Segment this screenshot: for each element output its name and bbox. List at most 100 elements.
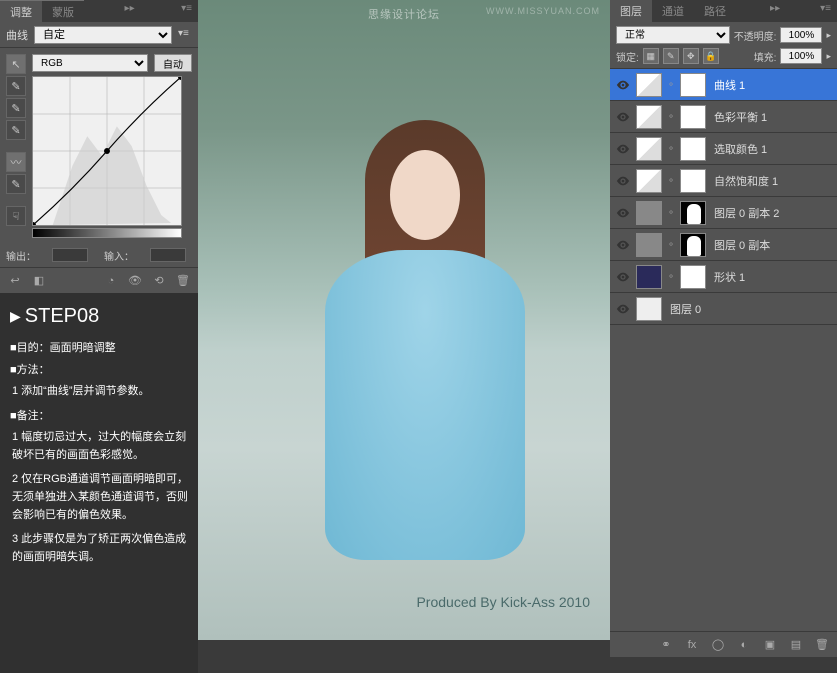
layers-footer: ⚭ fx ◯ ◐ ▣ ▤ 🗑 <box>610 631 837 657</box>
layer-visibility-icon[interactable] <box>614 236 632 254</box>
layer-link-icon[interactable]: ⚬ <box>666 143 676 154</box>
link-layers-icon[interactable]: ⚭ <box>655 635 677 655</box>
visibility-icon[interactable]: 👁 <box>124 271 146 291</box>
layer-name-label[interactable]: 曲线 1 <box>710 77 833 93</box>
layer-row[interactable]: ⚬ 图层 0 副本 <box>610 229 837 261</box>
layer-visibility-icon[interactable] <box>614 204 632 222</box>
new-adjustment-icon[interactable]: ◐ <box>733 635 755 655</box>
layer-thumb[interactable] <box>636 297 662 321</box>
layer-name-label[interactable]: 色彩平衡 1 <box>710 109 833 125</box>
curves-channel-dropdown[interactable]: RGB <box>32 54 148 72</box>
layer-thumb[interactable] <box>636 137 662 161</box>
reset-icon[interactable]: ⟲ <box>148 271 170 291</box>
trash-icon[interactable]: 🗑 <box>172 271 194 291</box>
curves-input-input[interactable] <box>150 248 186 262</box>
tab-layers[interactable]: 图层 <box>610 0 652 22</box>
curves-output-input[interactable] <box>52 248 88 262</box>
layer-row[interactable]: ⚬ 曲线 1 <box>610 69 837 101</box>
blend-mode-dropdown[interactable]: 正常 <box>616 26 730 44</box>
layers-menu-icon[interactable]: ▾≡ <box>814 0 837 22</box>
panel-menu-icon[interactable]: ▾≡ <box>175 0 198 22</box>
add-mask-icon[interactable]: ◯ <box>707 635 729 655</box>
layer-mask-thumb[interactable] <box>680 137 706 161</box>
layer-link-icon[interactable]: ⚬ <box>666 79 676 90</box>
layer-name-label[interactable]: 选取颜色 1 <box>710 141 833 157</box>
curves-target-tool[interactable]: ☟ <box>6 206 26 226</box>
delete-layer-icon[interactable]: 🗑 <box>811 635 833 655</box>
tab-masks[interactable]: 蒙版 <box>42 0 84 22</box>
curves-smooth-tool[interactable]: 〰 <box>6 152 26 172</box>
curves-main: RGB 自动 <box>32 54 192 238</box>
layer-mask-thumb[interactable] <box>680 265 706 289</box>
layer-fx-icon[interactable]: fx <box>681 635 703 655</box>
curves-eyedropper-gray[interactable]: ✎ <box>6 98 26 118</box>
curves-auto-button[interactable]: 自动 <box>154 54 192 72</box>
layer-link-icon[interactable]: ⚬ <box>666 207 676 218</box>
step-method-label: ■方法： <box>10 360 188 380</box>
layer-mask-thumb[interactable] <box>680 201 706 225</box>
layer-row[interactable]: ⚬ 自然饱和度 1 <box>610 165 837 197</box>
tab-adjustments[interactable]: 调整 <box>0 0 42 22</box>
layer-thumb[interactable] <box>636 105 662 129</box>
curves-input-gradient <box>32 228 182 238</box>
layer-name-label[interactable]: 图层 0 副本 2 <box>710 205 833 221</box>
layer-link-icon[interactable]: ⚬ <box>666 271 676 282</box>
curves-eyedropper-white[interactable]: ✎ <box>6 120 26 140</box>
curves-pencil-tool[interactable]: ✎ <box>6 174 26 194</box>
layer-visibility-icon[interactable] <box>614 172 632 190</box>
lock-position-icon[interactable]: ✥ <box>683 48 699 64</box>
curves-title: 曲线 <box>6 27 28 43</box>
layer-thumb[interactable] <box>636 73 662 97</box>
curves-graph[interactable] <box>32 76 182 226</box>
layer-thumb[interactable] <box>636 233 662 257</box>
adjustments-tabs: 调整 蒙版 ▸▸ ▾≡ <box>0 0 198 22</box>
opacity-chevron-icon[interactable]: ▸ <box>826 30 831 41</box>
panel-collapse-icon[interactable]: ▸▸ <box>119 0 141 22</box>
fill-input[interactable] <box>780 48 822 64</box>
new-group-icon[interactable]: ▣ <box>759 635 781 655</box>
layer-name-label[interactable]: 图层 0 <box>666 301 833 317</box>
layer-thumb[interactable] <box>636 201 662 225</box>
layer-name-label[interactable]: 图层 0 副本 <box>710 237 833 253</box>
layer-mask-thumb[interactable] <box>680 73 706 97</box>
layer-mask-thumb[interactable] <box>680 233 706 257</box>
document-image[interactable]: 思缘设计论坛 WWW.MISSYUAN.COM Produced By Kick… <box>198 0 610 640</box>
layer-thumb[interactable] <box>636 169 662 193</box>
layer-thumb[interactable] <box>636 265 662 289</box>
layers-collapse-icon[interactable]: ▸▸ <box>764 0 786 22</box>
layer-name-label[interactable]: 自然饱和度 1 <box>710 173 833 189</box>
layer-link-icon[interactable]: ⚬ <box>666 239 676 250</box>
layer-row[interactable]: 图层 0 <box>610 293 837 325</box>
layer-mask-thumb[interactable] <box>680 169 706 193</box>
layer-link-icon[interactable]: ⚬ <box>666 175 676 186</box>
layers-panel: 图层 通道 路径 ▸▸ ▾≡ 正常 不透明度: ▸ 锁定: ▦ ✎ ✥ 🔒 填充… <box>610 0 837 657</box>
layer-visibility-icon[interactable] <box>614 300 632 318</box>
layer-row[interactable]: ⚬ 选取颜色 1 <box>610 133 837 165</box>
layer-row[interactable]: ⚬ 形状 1 <box>610 261 837 293</box>
expand-icon[interactable]: ◧ <box>28 271 50 291</box>
lock-transparency-icon[interactable]: ▦ <box>643 48 659 64</box>
layer-visibility-icon[interactable] <box>614 268 632 286</box>
layer-visibility-icon[interactable] <box>614 76 632 94</box>
layer-name-label[interactable]: 形状 1 <box>710 269 833 285</box>
return-arrow-icon[interactable]: ↩ <box>4 271 26 291</box>
new-layer-icon[interactable]: ▤ <box>785 635 807 655</box>
curves-point-tool[interactable]: ↖ <box>6 54 26 74</box>
layer-row[interactable]: ⚬ 图层 0 副本 2 <box>610 197 837 229</box>
layer-visibility-icon[interactable] <box>614 108 632 126</box>
canvas-area: 思缘设计论坛 WWW.MISSYUAN.COM Produced By Kick… <box>198 0 610 657</box>
curves-preset-menu-icon[interactable]: ▾≡ <box>178 28 192 42</box>
lock-pixels-icon[interactable]: ✎ <box>663 48 679 64</box>
curves-eyedropper-black[interactable]: ✎ <box>6 76 26 96</box>
layer-visibility-icon[interactable] <box>614 140 632 158</box>
opacity-input[interactable] <box>780 27 822 43</box>
tab-paths[interactable]: 路径 <box>694 0 736 22</box>
layer-row[interactable]: ⚬ 色彩平衡 1 <box>610 101 837 133</box>
layer-mask-thumb[interactable] <box>680 105 706 129</box>
lock-all-icon[interactable]: 🔒 <box>703 48 719 64</box>
layer-link-icon[interactable]: ⚬ <box>666 111 676 122</box>
fill-chevron-icon[interactable]: ▸ <box>826 51 831 62</box>
tab-channels[interactable]: 通道 <box>652 0 694 22</box>
curves-preset-dropdown[interactable]: 自定 <box>34 26 172 44</box>
clip-icon[interactable]: ◔ <box>100 271 122 291</box>
